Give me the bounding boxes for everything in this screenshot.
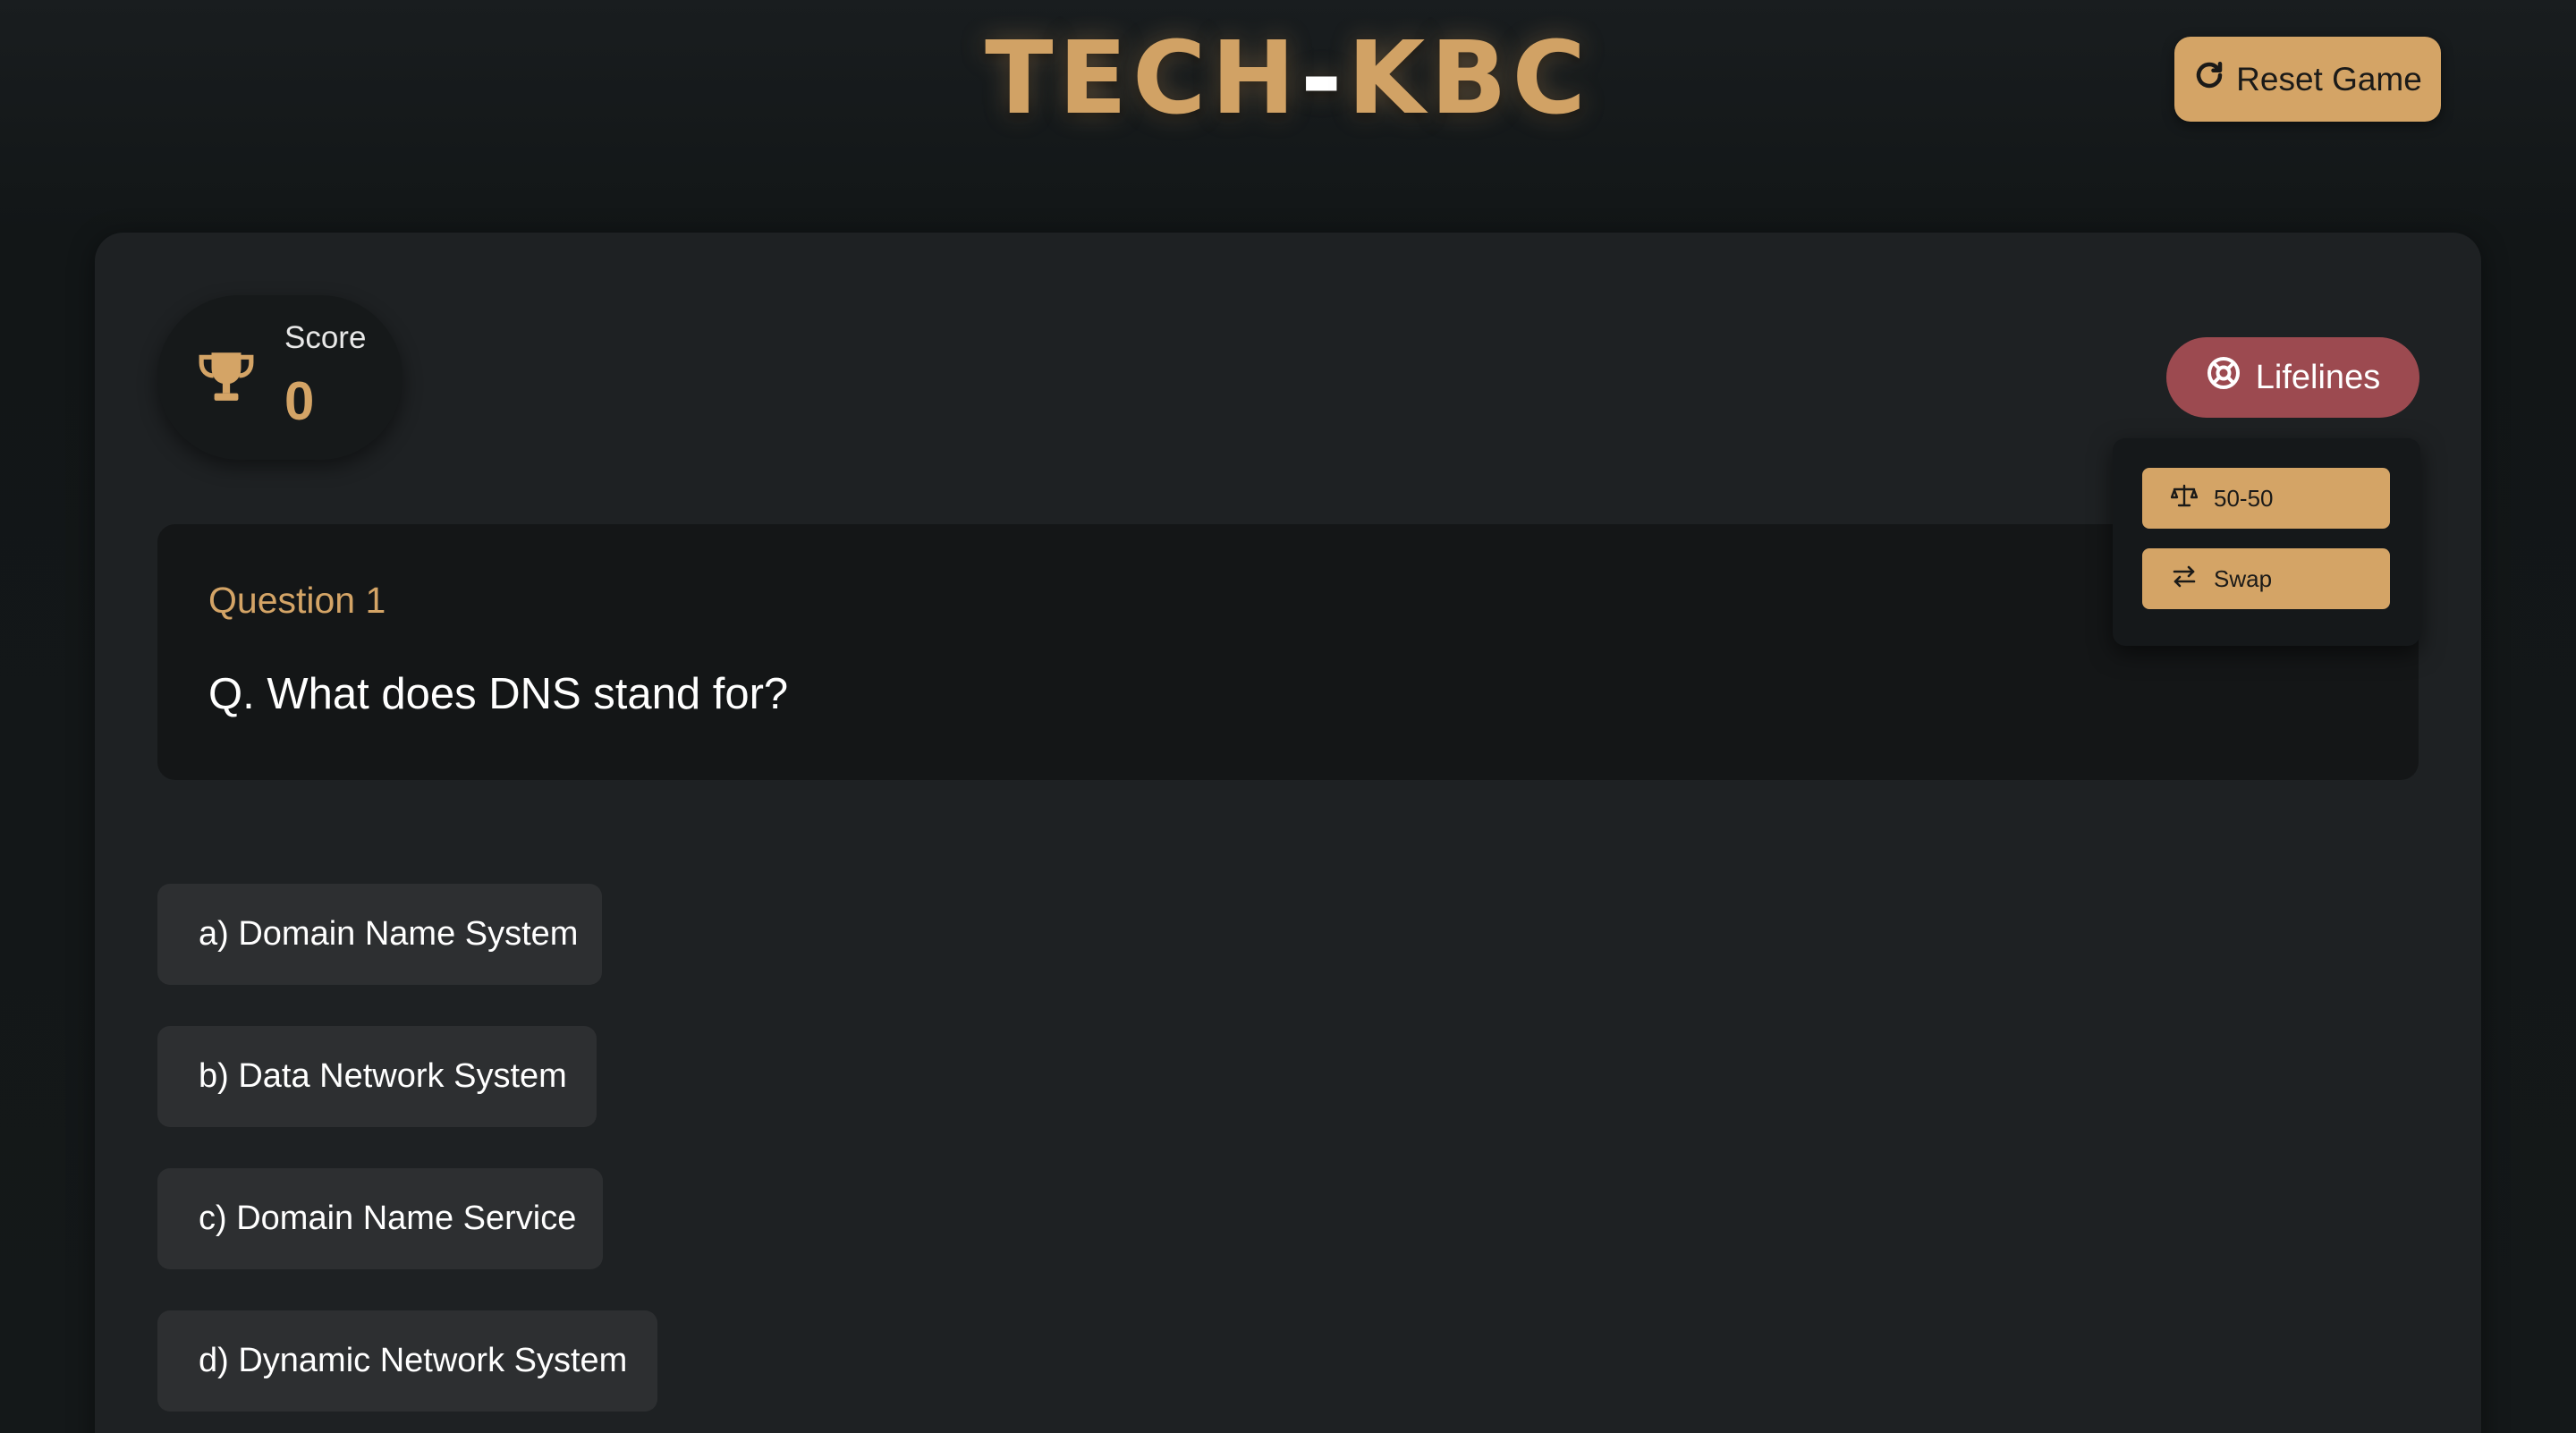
trophy-icon xyxy=(199,352,254,401)
game-card: Score 0 Lifelines 50-50 Swap Question 1 … xyxy=(95,233,2481,1433)
lifeline-swap-button[interactable]: Swap xyxy=(2142,548,2390,609)
lifeline-fifty-fifty-button[interactable]: 50-50 xyxy=(2142,468,2390,529)
lifeline-swap-label: Swap xyxy=(2214,564,2273,592)
answer-option-d[interactable]: d) Dynamic Network System xyxy=(157,1310,657,1412)
question-number: Question 1 xyxy=(208,580,386,621)
life-ring-icon xyxy=(2206,355,2241,400)
lifelines-dropdown: 50-50 Swap xyxy=(2113,438,2420,646)
answer-option-a[interactable]: a) Domain Name System xyxy=(157,884,602,985)
score-label: Score xyxy=(284,320,367,355)
answer-option-c[interactable]: c) Domain Name Service xyxy=(157,1168,603,1269)
score-display: Score 0 xyxy=(157,295,402,460)
question-box: Question 1 Q. What does DNS stand for? xyxy=(157,524,2419,780)
lifeline-fifty-fifty-label: 50-50 xyxy=(2214,484,2274,512)
app-header: TECH-KBC Reset Game xyxy=(0,0,2576,170)
answer-option-b[interactable]: b) Data Network System xyxy=(157,1026,597,1127)
app-title-kbc: KBC xyxy=(1347,21,1591,137)
app-title-tech: TECH xyxy=(985,21,1301,137)
scale-balanced-icon xyxy=(2170,482,2199,515)
swap-arrows-icon xyxy=(2171,563,2198,596)
app-title-dash: - xyxy=(1301,21,1348,137)
reset-game-button[interactable]: Reset Game xyxy=(2174,37,2441,122)
rotate-right-icon xyxy=(2193,59,2225,99)
lifelines-button[interactable]: Lifelines xyxy=(2166,337,2419,418)
question-text: Q. What does DNS stand for? xyxy=(208,670,789,718)
score-value: 0 xyxy=(284,371,315,431)
lifelines-label: Lifelines xyxy=(2255,358,2381,396)
reset-game-label: Reset Game xyxy=(2236,60,2422,98)
